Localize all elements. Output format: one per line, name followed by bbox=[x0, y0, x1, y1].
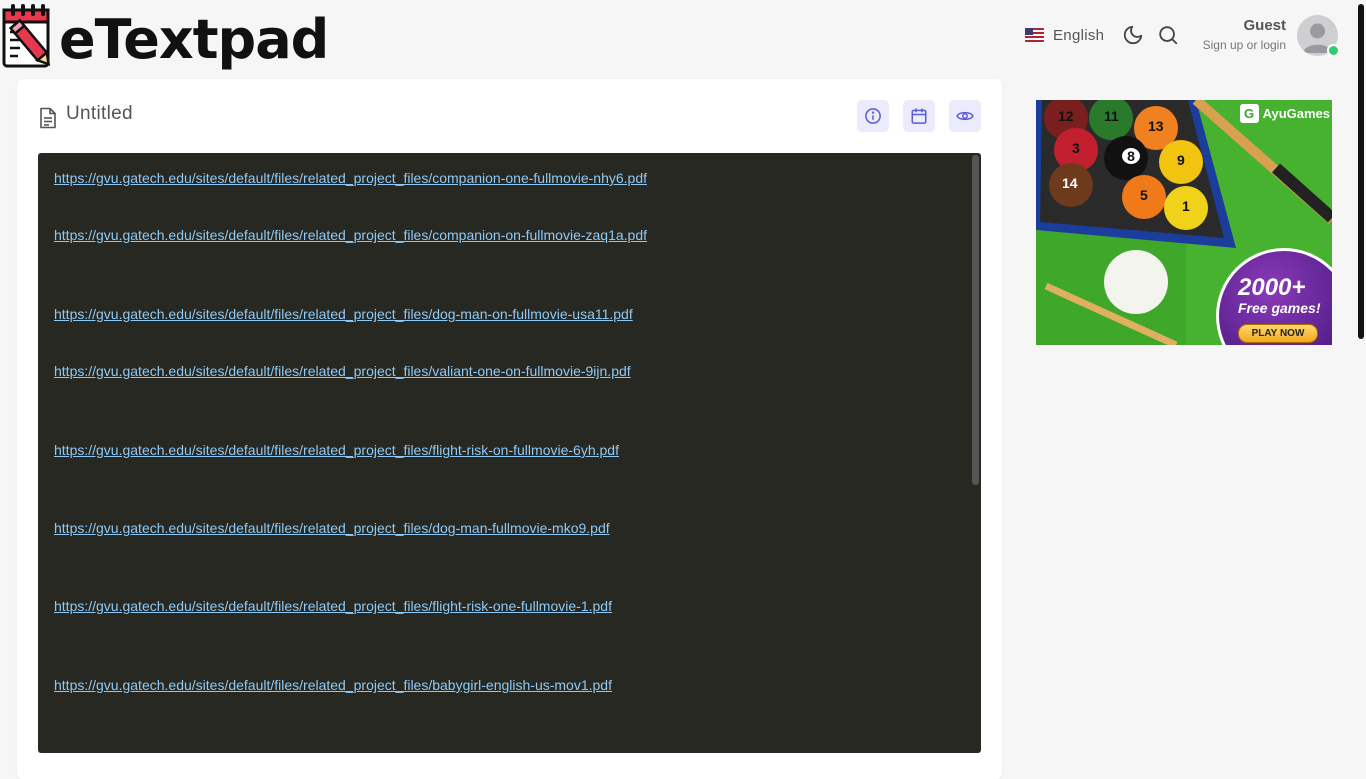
ad-play-button[interactable]: PLAY NOW bbox=[1238, 324, 1318, 343]
info-icon bbox=[865, 108, 881, 124]
language-label: English bbox=[1053, 26, 1105, 44]
us-flag-icon bbox=[1025, 28, 1044, 42]
link-2[interactable]: https://gvu.gatech.edu/sites/default/fil… bbox=[54, 227, 647, 243]
calendar-icon bbox=[911, 108, 927, 124]
calendar-button[interactable] bbox=[903, 100, 935, 132]
ball-label-12: 12 bbox=[1058, 108, 1074, 124]
logo-text: eTextpad bbox=[59, 8, 329, 71]
link-4[interactable]: https://gvu.gatech.edu/sites/default/fil… bbox=[54, 363, 631, 379]
document-card: Untitled https://gvu.gatech.edu/sites/de… bbox=[17, 79, 1002, 779]
ball-label-3: 3 bbox=[1072, 140, 1080, 156]
moon-icon[interactable] bbox=[1122, 24, 1144, 46]
link-8[interactable]: https://gvu.gatech.edu/sites/default/fil… bbox=[54, 677, 612, 693]
logo[interactable]: eTextpad bbox=[2, 2, 329, 72]
ad-subline: Free games! bbox=[1238, 300, 1321, 316]
ad-brand-label: AyuGames bbox=[1262, 105, 1330, 121]
link-5[interactable]: https://gvu.gatech.edu/sites/default/fil… bbox=[54, 442, 619, 458]
ball-label-1: 1 bbox=[1182, 198, 1190, 214]
search-icon[interactable] bbox=[1157, 24, 1179, 46]
notepad-pencil-icon bbox=[2, 4, 51, 68]
ball-label-8: 8 bbox=[1122, 148, 1140, 164]
eye-icon bbox=[956, 111, 974, 121]
ball-label-5: 5 bbox=[1140, 187, 1148, 203]
ad-headline: 2000+ bbox=[1238, 274, 1306, 301]
user-menu[interactable]: Guest Sign up or login bbox=[1188, 16, 1286, 54]
ad-brand: G AyuGames bbox=[1239, 102, 1332, 124]
document-icon bbox=[40, 107, 56, 129]
ball-label-9: 9 bbox=[1177, 152, 1185, 168]
document-title[interactable]: Untitled bbox=[66, 103, 133, 125]
ball-label-11: 11 bbox=[1104, 108, 1119, 124]
header: eTextpad English Guest Sign up or login bbox=[0, 0, 1356, 76]
online-status-dot bbox=[1327, 44, 1340, 57]
link-3[interactable]: https://gvu.gatech.edu/sites/default/fil… bbox=[54, 306, 633, 322]
preview-button[interactable] bbox=[949, 100, 981, 132]
page-scrollbar[interactable] bbox=[1358, 4, 1364, 339]
editor-scrollbar[interactable] bbox=[972, 155, 979, 485]
ball-label-13: 13 bbox=[1148, 118, 1164, 134]
advertisement[interactable]: 12 11 13 3 8 9 14 5 1 G AyuGames 2000+ F… bbox=[1036, 100, 1332, 345]
link-7[interactable]: https://gvu.gatech.edu/sites/default/fil… bbox=[54, 598, 612, 614]
user-name: Guest bbox=[1243, 17, 1286, 34]
ball-label-14: 14 bbox=[1062, 175, 1078, 191]
language-selector[interactable]: English bbox=[1025, 24, 1104, 46]
info-button[interactable] bbox=[857, 100, 889, 132]
ayugames-logo-icon: G bbox=[1239, 103, 1259, 123]
link-6[interactable]: https://gvu.gatech.edu/sites/default/fil… bbox=[54, 520, 610, 536]
text-editor[interactable]: https://gvu.gatech.edu/sites/default/fil… bbox=[38, 153, 981, 753]
login-link[interactable]: Sign up or login bbox=[1188, 36, 1286, 54]
link-1[interactable]: https://gvu.gatech.edu/sites/default/fil… bbox=[54, 170, 647, 186]
